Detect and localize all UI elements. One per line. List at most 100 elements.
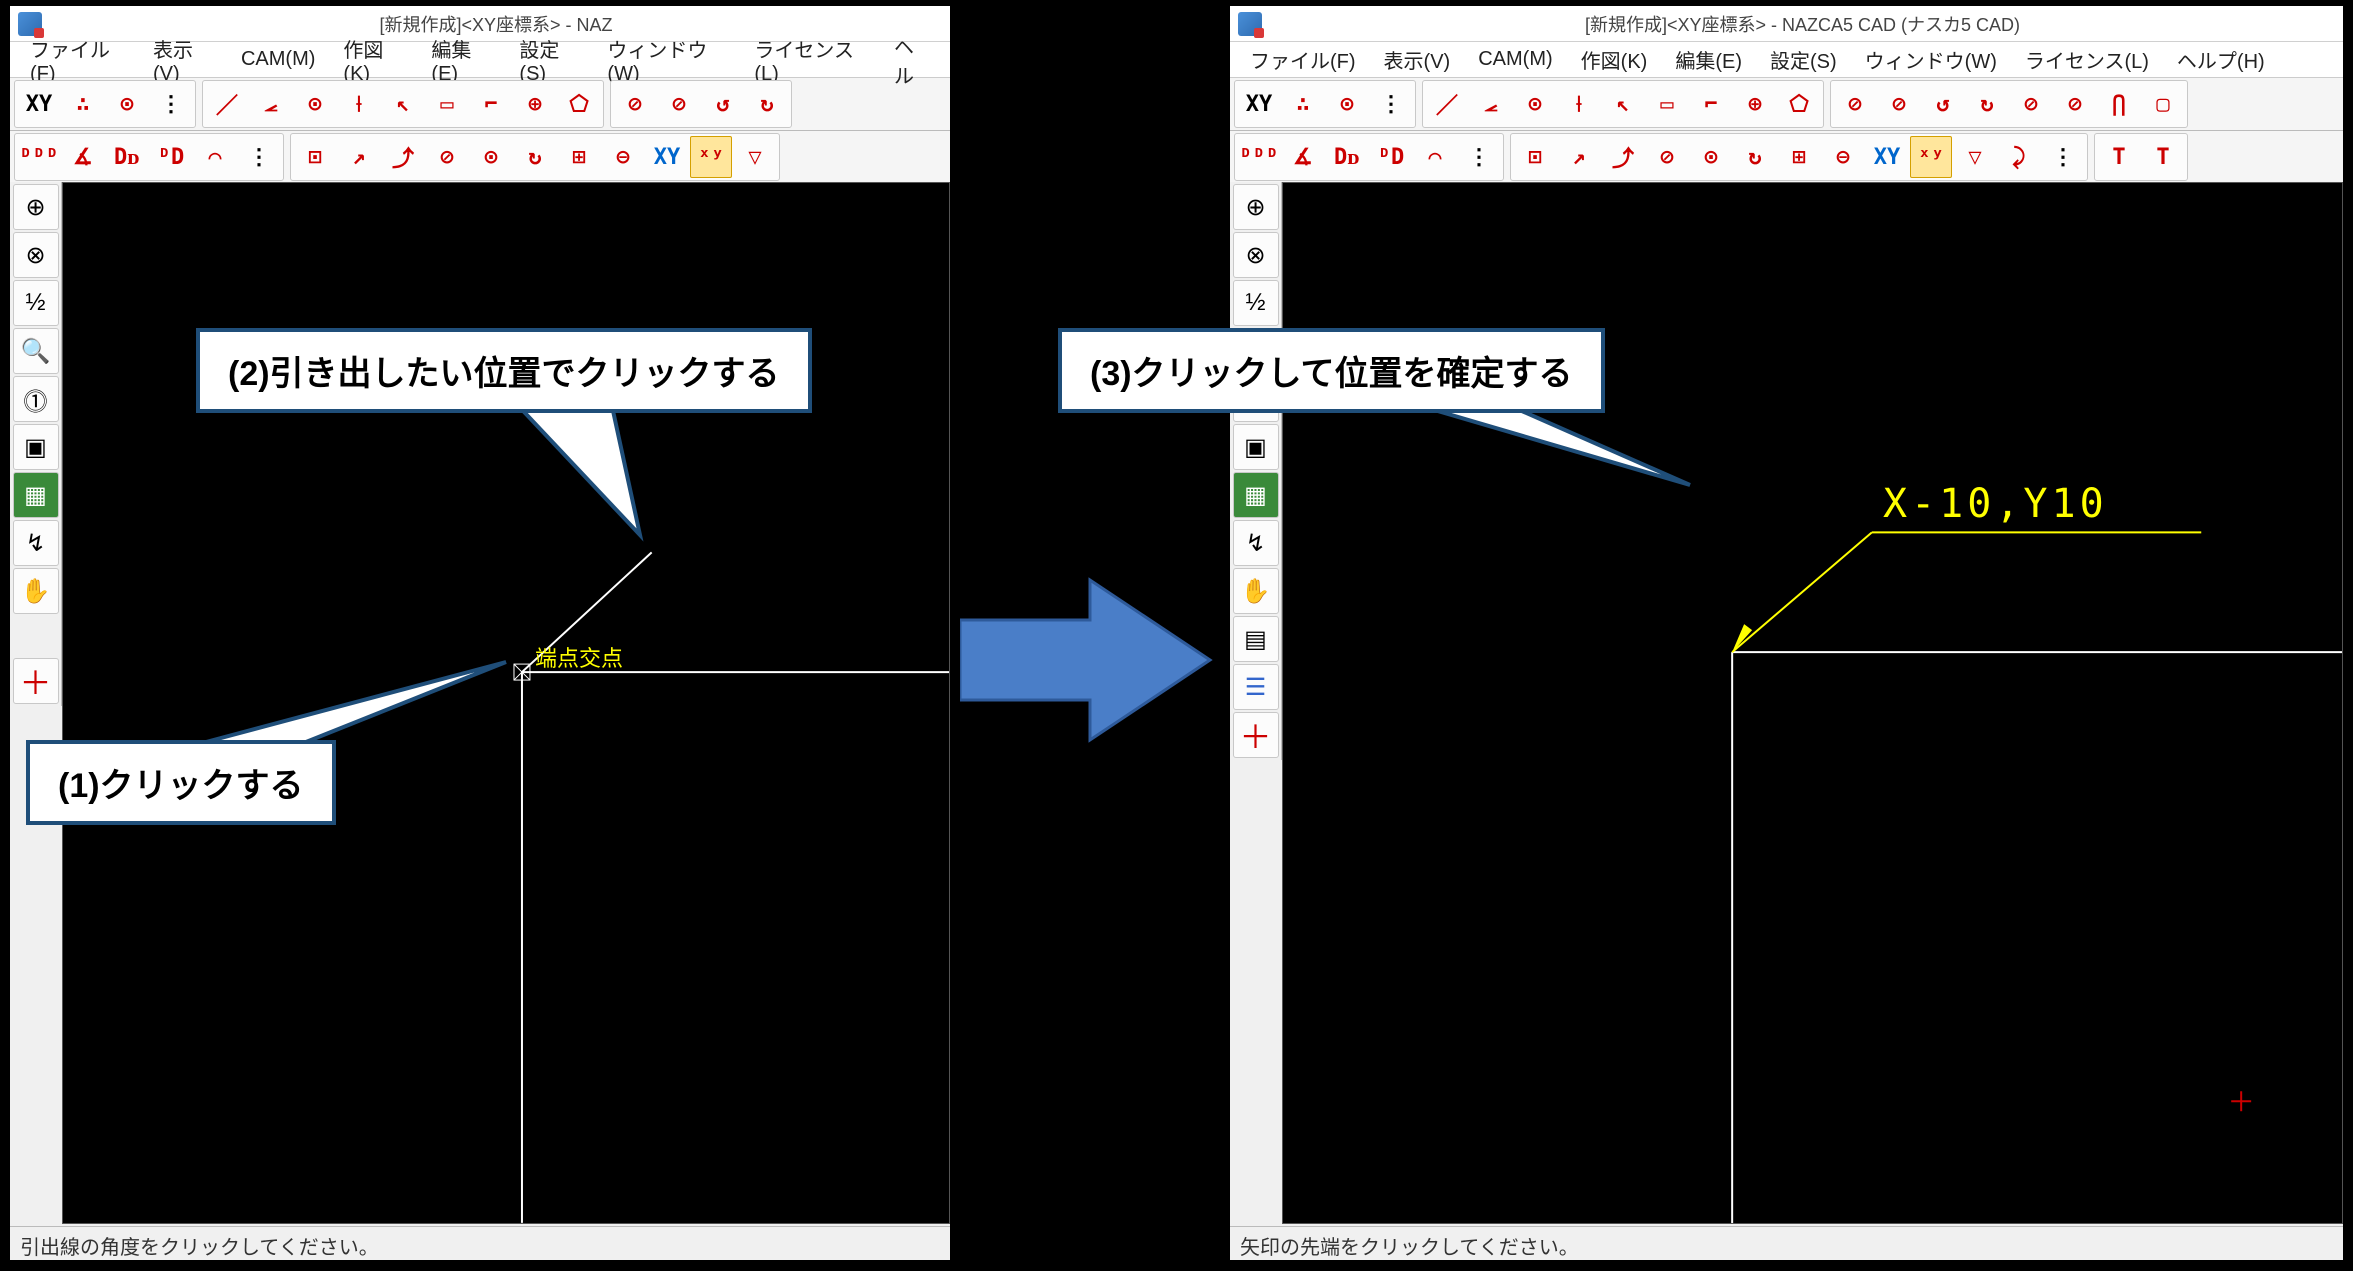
btn-e6[interactable]: ⊘	[2054, 83, 2096, 125]
btn-xy[interactable]: XY	[18, 83, 60, 125]
zoom-in-icon[interactable]: ⊕	[1233, 184, 1279, 230]
menu-window[interactable]: ウィンドウ(W)	[593, 34, 740, 86]
btn-e1[interactable]: ⊘	[614, 83, 656, 125]
btn-d2[interactable]: ∡	[1282, 136, 1324, 178]
btn-m12[interactable]: ⤸	[1998, 136, 2040, 178]
menu-draw[interactable]: 作図(K)	[329, 34, 417, 86]
btn-m4[interactable]: ⊘	[1646, 136, 1688, 178]
btn-polygon[interactable]: ⬠	[558, 83, 600, 125]
menu-edit[interactable]: 編集(E)	[1661, 45, 1756, 74]
btn-circle-dot[interactable]: ⊙	[1326, 83, 1368, 125]
zoom-out-icon[interactable]: ⊗	[13, 232, 59, 278]
btn-m3[interactable]: ⤴	[1602, 136, 1644, 178]
btn-overflow[interactable]: ⋮	[150, 83, 192, 125]
btn-m6[interactable]: ↻	[1734, 136, 1776, 178]
btn-circle-dot[interactable]: ⊙	[106, 83, 148, 125]
btn-d2[interactable]: ∡	[62, 136, 104, 178]
btn-circle[interactable]: ⊙	[294, 83, 336, 125]
btn-m6[interactable]: ↻	[514, 136, 556, 178]
btn-m13[interactable]: ⋮	[2042, 136, 2084, 178]
btn-e2[interactable]: ⊘	[658, 83, 700, 125]
btn-rect[interactable]: ▭	[1646, 83, 1688, 125]
btn-e5[interactable]: ⊘	[2010, 83, 2052, 125]
btn-xy[interactable]: XY	[1238, 83, 1280, 125]
btn-e8[interactable]: ▢	[2142, 83, 2184, 125]
btn-angle[interactable]: ⦟	[1470, 83, 1512, 125]
btn-xy-leader[interactable]: ˣʸ	[690, 136, 732, 178]
btn-m11[interactable]: ▽	[734, 136, 776, 178]
menu-cam[interactable]: CAM(M)	[227, 48, 329, 71]
pan-hand-icon[interactable]: ✋	[1233, 568, 1279, 614]
menu-help[interactable]: ヘル	[880, 31, 944, 89]
btn-m2[interactable]: ↗	[1558, 136, 1600, 178]
btn-m3[interactable]: ⤴	[382, 136, 424, 178]
btn-points[interactable]: ∴	[62, 83, 104, 125]
menu-license[interactable]: ライセンス(L)	[740, 34, 880, 86]
btn-circle[interactable]: ⊙	[1514, 83, 1556, 125]
btn-m7[interactable]: ⊞	[1778, 136, 1820, 178]
btn-m5[interactable]: ⊙	[1690, 136, 1732, 178]
btn-m8[interactable]: ⊖	[602, 136, 644, 178]
btn-line[interactable]: ／	[206, 83, 248, 125]
btn-angle[interactable]: ⦟	[250, 83, 292, 125]
btn-d4[interactable]: ᴰD	[1370, 136, 1412, 178]
zoom-half-icon[interactable]: ½	[13, 280, 59, 326]
btn-d3[interactable]: Dᴅ	[1326, 136, 1368, 178]
redraw-icon[interactable]: ↯	[13, 520, 59, 566]
btn-ccw[interactable]: ↺	[1922, 83, 1964, 125]
btn-m1[interactable]: ⊡	[1514, 136, 1556, 178]
one-icon[interactable]: ⓵	[13, 376, 59, 422]
btn-parallel[interactable]: ⟊	[338, 83, 380, 125]
menu-cam[interactable]: CAM(M)	[1464, 48, 1566, 71]
btn-d1[interactable]: ᴰᴰᴰ	[18, 136, 60, 178]
btn-text1[interactable]: T	[2098, 136, 2140, 178]
btn-arrow[interactable]: ↖	[382, 83, 424, 125]
menu-view[interactable]: 表示(V)	[139, 34, 227, 86]
btn-overflow[interactable]: ⋮	[1370, 83, 1412, 125]
menu-view[interactable]: 表示(V)	[1370, 45, 1465, 74]
btn-m11[interactable]: ▽	[1954, 136, 1996, 178]
btn-d3[interactable]: Dᴅ	[106, 136, 148, 178]
menu-window[interactable]: ウィンドウ(W)	[1851, 45, 2011, 74]
btn-polygon[interactable]: ⬠	[1778, 83, 1820, 125]
btn-d1[interactable]: ᴰᴰᴰ	[1238, 136, 1280, 178]
btn-e7[interactable]: ⋂	[2098, 83, 2140, 125]
btn-m7[interactable]: ⊞	[558, 136, 600, 178]
list-icon[interactable]: ☰	[1233, 664, 1279, 710]
pan-hand-icon[interactable]: ✋	[13, 568, 59, 614]
menu-file[interactable]: ファイル(F)	[16, 34, 139, 86]
btn-m2[interactable]: ↗	[338, 136, 380, 178]
zoom-out-icon[interactable]: ⊗	[1233, 232, 1279, 278]
btn-m4[interactable]: ⊘	[426, 136, 468, 178]
menu-license[interactable]: ライセンス(L)	[2011, 45, 2163, 74]
btn-cross-circle[interactable]: ⊕	[514, 83, 556, 125]
btn-cw[interactable]: ↻	[1966, 83, 2008, 125]
btn-d4[interactable]: ᴰD	[150, 136, 192, 178]
btn-e1[interactable]: ⊘	[1834, 83, 1876, 125]
plus-icon[interactable]: ＋	[1233, 712, 1279, 758]
menu-settings[interactable]: 設定(S)	[505, 34, 593, 86]
btn-m8[interactable]: ⊖	[1822, 136, 1864, 178]
redraw-icon[interactable]: ↯	[1233, 520, 1279, 566]
btn-m5[interactable]: ⊙	[470, 136, 512, 178]
btn-cw[interactable]: ↻	[746, 83, 788, 125]
search-icon[interactable]: 🔍	[13, 328, 59, 374]
menu-settings[interactable]: 設定(S)	[1756, 45, 1851, 74]
btn-parallel[interactable]: ⟊	[1558, 83, 1600, 125]
btn-m9[interactable]: XY	[1866, 136, 1908, 178]
btn-rect[interactable]: ▭	[426, 83, 468, 125]
btn-cross-circle[interactable]: ⊕	[1734, 83, 1776, 125]
btn-m1[interactable]: ⊡	[294, 136, 336, 178]
grid-icon[interactable]: ▦	[1233, 472, 1279, 518]
btn-m9[interactable]: XY	[646, 136, 688, 178]
btn-d5[interactable]: ⌒	[1414, 136, 1456, 178]
fit-icon[interactable]: ▣	[13, 424, 59, 470]
fit-icon[interactable]: ▣	[1233, 424, 1279, 470]
btn-ccw[interactable]: ↺	[702, 83, 744, 125]
menu-help[interactable]: ヘルプ(H)	[2163, 45, 2279, 74]
btn-corner[interactable]: ⌐	[1690, 83, 1732, 125]
btn-d5[interactable]: ⌒	[194, 136, 236, 178]
btn-arrow[interactable]: ↖	[1602, 83, 1644, 125]
grid-icon[interactable]: ▦	[13, 472, 59, 518]
btn-points[interactable]: ∴	[1282, 83, 1324, 125]
